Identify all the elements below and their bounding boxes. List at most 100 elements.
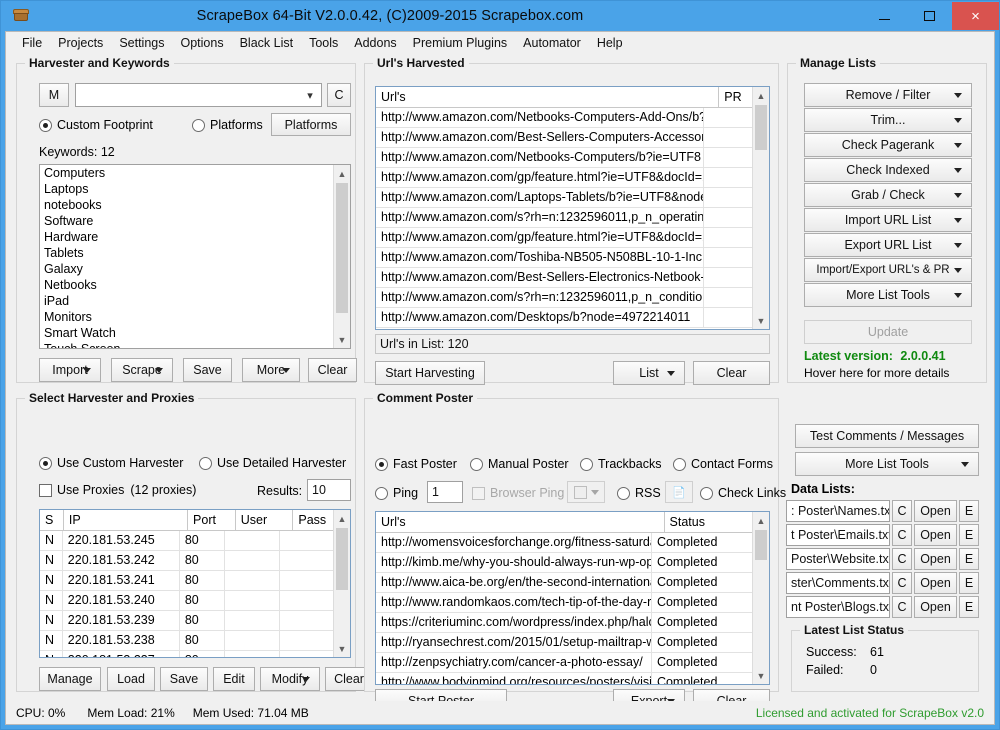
menu-item-black-list[interactable]: Black List: [232, 34, 302, 52]
proxies-manage-button[interactable]: Manage: [39, 667, 101, 691]
list-item[interactable]: Netbooks: [40, 277, 333, 293]
checkbox-browser-ping[interactable]: Browser Ping: [472, 486, 564, 500]
scroll-up-icon[interactable]: ▲: [753, 512, 769, 529]
platforms-button[interactable]: Platforms: [271, 113, 351, 136]
proxies-grid[interactable]: S IP Port User Pass N220.181.53.24580 N2…: [39, 509, 351, 658]
data-list-open-button-blogs[interactable]: Open: [914, 596, 957, 618]
keywords-scrollbar[interactable]: ▲ ▼: [333, 165, 350, 348]
radio-ping[interactable]: Ping: [375, 486, 418, 500]
menu-item-file[interactable]: File: [14, 34, 50, 52]
data-list-e-button-names[interactable]: E: [959, 500, 979, 522]
data-list-path-comments[interactable]: ster\Comments.txt: [786, 572, 890, 594]
table-row[interactable]: http://www.amazon.com/Toshiba-NB505-N508…: [376, 248, 752, 268]
poster-scrollbar[interactable]: ▲ ▼: [752, 512, 769, 684]
table-row[interactable]: https://criteriuminc.com/wordpress/index…: [376, 613, 752, 633]
close-button[interactable]: ×: [952, 2, 999, 30]
remove-filter-button[interactable]: Remove / Filter: [804, 83, 972, 107]
data-list-path-blogs[interactable]: nt Poster\Blogs.txt: [786, 596, 890, 618]
list-item[interactable]: iPad: [40, 293, 333, 309]
scroll-thumb[interactable]: [336, 528, 348, 590]
scroll-up-icon[interactable]: ▲: [753, 87, 769, 104]
data-list-e-button-blogs[interactable]: E: [959, 596, 979, 618]
trim-button[interactable]: Trim...: [804, 108, 972, 132]
check-indexed-button[interactable]: Check Indexed: [804, 158, 972, 182]
radio-contact-forms[interactable]: Contact Forms: [673, 457, 773, 471]
proxies-save-button[interactable]: Save: [160, 667, 208, 691]
footprint-m-button[interactable]: M: [39, 83, 69, 107]
menu-item-settings[interactable]: Settings: [111, 34, 172, 52]
data-list-path-emails[interactable]: t Poster\Emails.txt: [786, 524, 890, 546]
list-item[interactable]: Smart Watch: [40, 325, 333, 341]
table-row[interactable]: http://www.amazon.com/Netbooks-Computers…: [376, 148, 752, 168]
scroll-thumb[interactable]: [336, 183, 348, 313]
keywords-save-button[interactable]: Save: [183, 358, 232, 382]
radio-fast-poster[interactable]: Fast Poster: [375, 457, 457, 471]
list-item[interactable]: Galaxy: [40, 261, 333, 277]
data-list-open-button-names[interactable]: Open: [914, 500, 957, 522]
radio-trackbacks[interactable]: Trackbacks: [580, 457, 661, 471]
list-item[interactable]: Computers: [40, 165, 333, 181]
radio-rss[interactable]: RSS: [617, 486, 661, 500]
radio-use-detailed-harvester[interactable]: Use Detailed Harvester: [199, 456, 346, 470]
keywords-scrape-button[interactable]: Scrape: [111, 358, 173, 382]
data-list-open-button-comments[interactable]: Open: [914, 572, 957, 594]
poster-more-list-tools-button[interactable]: More List Tools: [795, 452, 979, 476]
table-row[interactable]: http://womensvoicesforchange.org/fitness…: [376, 533, 752, 553]
column-header-urls[interactable]: Url's: [376, 87, 719, 107]
column-header-s[interactable]: S: [40, 510, 64, 530]
table-row[interactable]: http://www.amazon.com/s?rh=n:1232596011,…: [376, 208, 752, 228]
test-comments-messages-button[interactable]: Test Comments / Messages: [795, 424, 979, 448]
footprint-c-button[interactable]: C: [327, 83, 351, 107]
scroll-down-icon[interactable]: ▼: [753, 312, 769, 329]
urls-clear-button[interactable]: Clear: [693, 361, 770, 385]
radio-platforms[interactable]: Platforms: [192, 118, 263, 132]
table-row[interactable]: N220.181.53.24580: [40, 531, 333, 551]
list-item[interactable]: Tablets: [40, 245, 333, 261]
urls-harvested-grid[interactable]: Url's PR http://www.amazon.com/Netbooks-…: [375, 86, 770, 330]
data-list-c-button-emails[interactable]: C: [892, 524, 912, 546]
browser-ping-select-button[interactable]: [567, 481, 605, 503]
table-row[interactable]: N220.181.53.23880: [40, 631, 333, 651]
table-row[interactable]: N220.181.53.23780: [40, 651, 333, 657]
grab-check-button[interactable]: Grab / Check: [804, 183, 972, 207]
scroll-down-icon[interactable]: ▼: [753, 667, 769, 684]
import-url-list-button[interactable]: Import URL List: [804, 208, 972, 232]
scroll-up-icon[interactable]: ▲: [334, 510, 350, 527]
scroll-down-icon[interactable]: ▼: [334, 331, 350, 348]
list-item[interactable]: Laptops: [40, 181, 333, 197]
import-export-urls-pr-button[interactable]: Import/Export URL's & PR: [804, 258, 972, 282]
rss-copy-icon-button[interactable]: 📄: [665, 481, 693, 503]
footprint-combo[interactable]: ▾: [75, 83, 322, 107]
list-item[interactable]: notebooks: [40, 197, 333, 213]
ping-count-input[interactable]: 1: [427, 481, 463, 503]
proxies-scrollbar[interactable]: ▲ ▼: [333, 510, 350, 657]
more-list-tools-button[interactable]: More List Tools: [804, 283, 972, 307]
update-button[interactable]: Update: [804, 320, 972, 344]
data-list-e-button-emails[interactable]: E: [959, 524, 979, 546]
menu-item-help[interactable]: Help: [589, 34, 631, 52]
column-header-user[interactable]: User: [236, 510, 294, 530]
table-row[interactable]: N220.181.53.24280: [40, 551, 333, 571]
proxies-modify-button[interactable]: Modify: [260, 667, 320, 691]
data-list-c-button-comments[interactable]: C: [892, 572, 912, 594]
table-row[interactable]: http://www.amazon.com/Best-Sellers-Compu…: [376, 128, 752, 148]
proxies-load-button[interactable]: Load: [107, 667, 155, 691]
data-list-open-button-emails[interactable]: Open: [914, 524, 957, 546]
radio-use-custom-harvester[interactable]: Use Custom Harvester: [39, 456, 183, 470]
minimize-button[interactable]: [862, 2, 907, 30]
radio-manual-poster[interactable]: Manual Poster: [470, 457, 569, 471]
list-item[interactable]: Hardware: [40, 229, 333, 245]
table-row[interactable]: N220.181.53.24180: [40, 571, 333, 591]
menu-item-automator[interactable]: Automator: [515, 34, 589, 52]
table-row[interactable]: N220.181.53.24080: [40, 591, 333, 611]
table-row[interactable]: http://ryansechrest.com/2015/01/setup-ma…: [376, 633, 752, 653]
table-row[interactable]: http://www.amazon.com/Desktops/b?node=49…: [376, 308, 752, 328]
list-item[interactable]: Touch Screen: [40, 341, 333, 348]
export-url-list-button[interactable]: Export URL List: [804, 233, 972, 257]
check-pagerank-button[interactable]: Check Pagerank: [804, 133, 972, 157]
scroll-thumb[interactable]: [755, 105, 767, 150]
table-row[interactable]: http://zenpsychiatry.com/cancer-a-photo-…: [376, 653, 752, 673]
results-input[interactable]: 10: [307, 479, 351, 501]
table-row[interactable]: http://kimb.me/why-you-should-always-run…: [376, 553, 752, 573]
scroll-thumb[interactable]: [755, 530, 767, 560]
